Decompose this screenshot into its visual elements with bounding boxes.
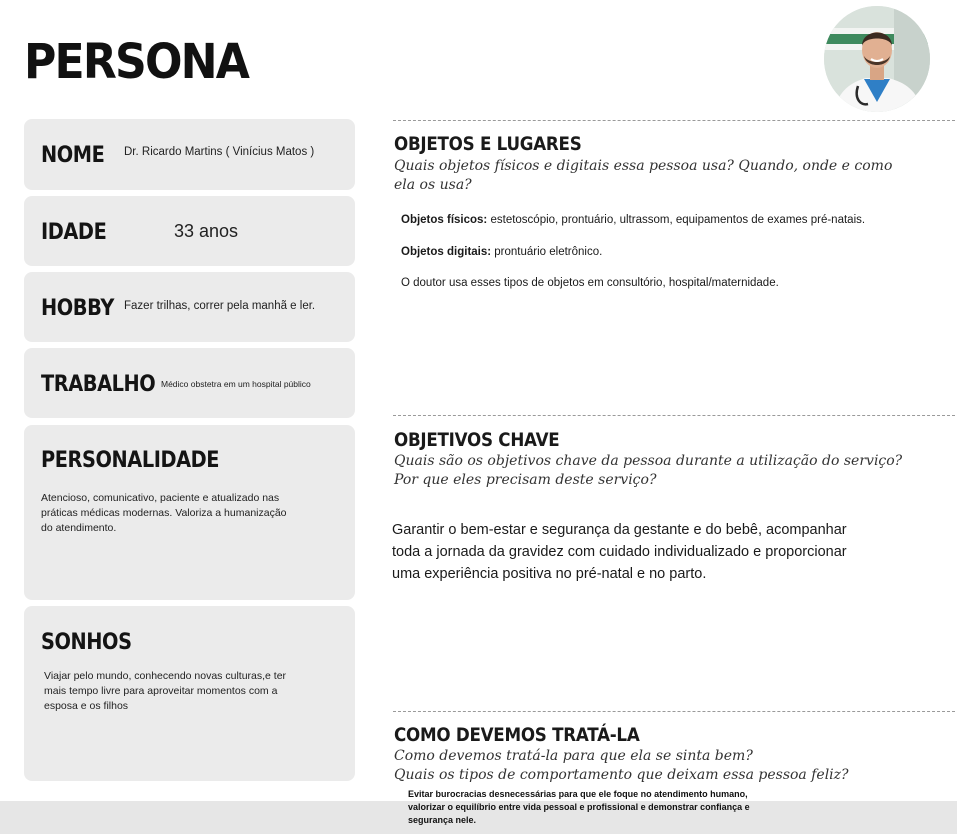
card-sonhos-label: SONHOS [41,630,132,655]
avatar-doctor [824,6,930,112]
card-idade-label: IDADE [41,220,107,245]
card-sonhos: SONHOS Viajar pelo mundo, conhecendo nov… [24,606,355,781]
objetos-local: O doutor usa esses tipos de objetos em c… [401,277,779,289]
card-idade: IDADE 33 anos [24,196,355,266]
card-personalidade-text: Atencioso, comunicativo, paciente e atua… [41,492,287,534]
card-personalidade: PERSONALIDADE Atencioso, comunicativo, p… [24,425,355,600]
tratamento-body: Evitar burocracias desnecessárias para q… [408,789,750,825]
divider-tratamento [393,711,955,712]
card-personalidade-label: PERSONALIDADE [41,448,220,473]
section-tratamento-question: Como devemos tratá-la para que ela se si… [394,748,849,783]
card-trabalho: TRABALHO Médico obstetra em um hospital … [24,348,355,418]
section-objetos-heading: OBJETOS E LUGARES [394,133,582,155]
page-title: PERSONA [24,34,250,90]
objetos-fisicos: Objetos físicos: estetoscópio, prontuári… [401,214,866,226]
card-hobby-label: HOBBY [41,296,114,321]
card-nome-label: NOME [41,143,105,168]
card-trabalho-value: Médico obstetra em um hospital público [161,379,311,389]
card-nome-value: Dr. Ricardo Martins ( Vinícius Matos ) [124,146,315,158]
section-objetos-question: Quais objetos físicos e digitais essa pe… [394,158,893,193]
card-nome: NOME Dr. Ricardo Martins ( Vinícius Mato… [24,119,355,190]
divider-objetos [393,120,955,121]
section-objetivos-heading: OBJETIVOS CHAVE [394,429,560,451]
divider-objetivos [393,415,955,416]
doctor-portrait-icon [824,6,930,112]
objetos-digitais: Objetos digitais: prontuário eletrônico. [401,246,603,258]
card-hobby: HOBBY Fazer trilhas, correr pela manhã e… [24,272,355,342]
card-sonhos-text: Viajar pelo mundo, conhecendo novas cult… [44,670,287,712]
card-hobby-value: Fazer trilhas, correr pela manhã e ler. [124,300,316,312]
objetivos-body: Garantir o bem-estar e segurança da gest… [392,522,847,582]
card-trabalho-label: TRABALHO [41,372,156,397]
card-idade-value: 33 anos [174,221,239,241]
section-objetivos-question: Quais são os objetivos chave da pessoa d… [394,453,903,488]
section-tratamento-heading: COMO DEVEMOS TRATÁ-LA [394,724,640,746]
